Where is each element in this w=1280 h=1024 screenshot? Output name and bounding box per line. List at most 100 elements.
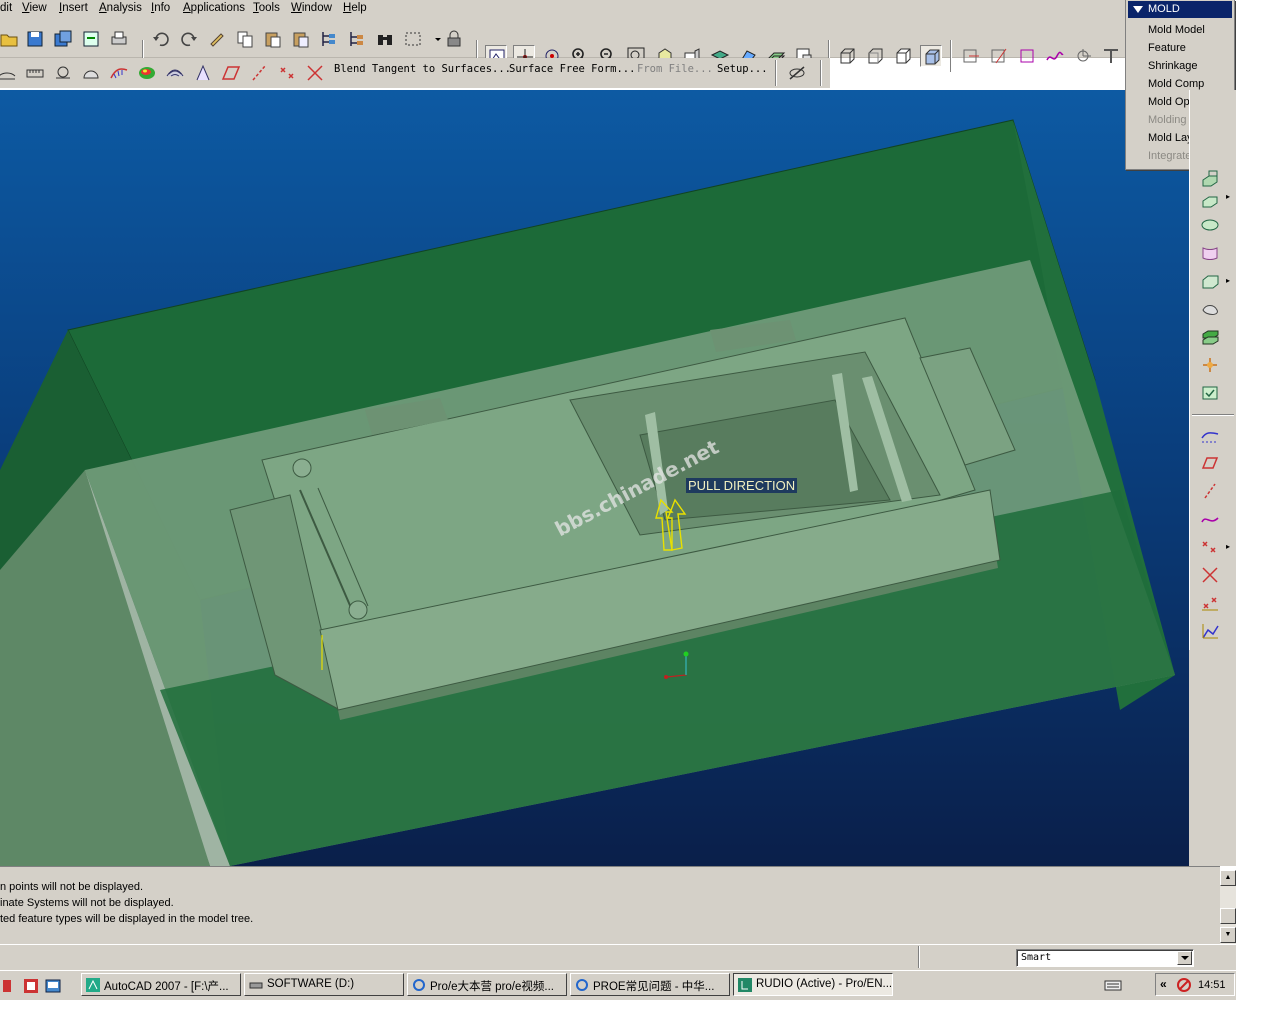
- model-tree-icon[interactable]: [318, 28, 340, 50]
- measure-icon[interactable]: [24, 62, 46, 84]
- axis-icon[interactable]: [248, 62, 270, 84]
- menu-help[interactable]: Help: [343, 2, 367, 14]
- collapse-triangle-icon: [1133, 6, 1143, 13]
- menu-analysis[interactable]: Analysis: [99, 2, 142, 14]
- surface-icon[interactable]: [1199, 242, 1221, 264]
- scroll-up-icon[interactable]: ▲: [1220, 870, 1236, 886]
- sketched-point-icon[interactable]: [304, 62, 326, 84]
- annotation-icon[interactable]: [1100, 45, 1122, 67]
- parting-surface-icon[interactable]: [1199, 298, 1221, 320]
- extrude-icon[interactable]: [1199, 166, 1221, 188]
- volume-split-icon[interactable]: [1199, 326, 1221, 348]
- plane-icon[interactable]: [220, 62, 242, 84]
- datum-axis-icon[interactable]: [1199, 480, 1221, 502]
- datum-axes-icon[interactable]: [988, 45, 1010, 67]
- point-icon[interactable]: [276, 62, 298, 84]
- ki-analysis-icon[interactable]: [80, 62, 102, 84]
- taskbar-item-proengineer[interactable]: RUDIO (Active) - Pro/EN...: [733, 973, 893, 996]
- setup-command[interactable]: Setup...: [717, 63, 768, 75]
- surface-free-form-command[interactable]: Surface Free Form...: [509, 63, 635, 75]
- layer-tree-icon[interactable]: [346, 28, 368, 50]
- app-launch-icon[interactable]: [20, 975, 42, 997]
- message-scrollbar[interactable]: ▲ ▼: [1220, 870, 1236, 944]
- cut-icon[interactable]: [1199, 188, 1221, 210]
- no-hidden-icon[interactable]: [892, 45, 914, 67]
- paste-icon[interactable]: [262, 28, 284, 50]
- sketch-tool-icon[interactable]: [1199, 424, 1221, 446]
- blend-tangent-command[interactable]: Blend Tangent to Surfaces...: [334, 63, 511, 75]
- redo-icon[interactable]: [178, 28, 200, 50]
- shell-icon[interactable]: [1199, 270, 1221, 292]
- mold-check-icon[interactable]: [1199, 382, 1221, 404]
- point-flyout-arrow[interactable]: ▸: [1226, 542, 1230, 551]
- menu-item-shrinkage[interactable]: Shrinkage: [1148, 60, 1198, 72]
- datum-curve-icon[interactable]: [1199, 508, 1221, 530]
- save-icon[interactable]: [24, 28, 46, 50]
- find-icon[interactable]: [374, 28, 396, 50]
- shaded-curvature-icon[interactable]: [136, 62, 158, 84]
- taskbar-item-proe-camp[interactable]: Pro/e大本营 pro/e视频...: [407, 973, 567, 996]
- backup-icon[interactable]: [80, 28, 102, 50]
- select-box-icon[interactable]: [402, 28, 424, 50]
- sketch-icon[interactable]: [1199, 214, 1221, 236]
- datum-points-icon[interactable]: [1016, 45, 1038, 67]
- save-as-icon[interactable]: [52, 28, 74, 50]
- lock-icon[interactable]: [443, 28, 465, 50]
- datum-curves-icon[interactable]: [1044, 45, 1066, 67]
- menu-applications[interactable]: Applications: [183, 2, 245, 14]
- taskbar-item-label: PROE常见问题 - 中华...: [593, 981, 715, 993]
- menu-tools[interactable]: Tools: [253, 2, 280, 14]
- datum-point-icon[interactable]: [1199, 536, 1221, 558]
- scroll-down-icon[interactable]: ▼: [1220, 927, 1236, 943]
- no-entry-icon[interactable]: [1176, 977, 1192, 993]
- right-margin: [1236, 0, 1280, 1024]
- keyboard-icon[interactable]: [1102, 974, 1124, 996]
- menu-insert[interactable]: Insert: [59, 2, 88, 14]
- hidden-line-icon[interactable]: [864, 45, 886, 67]
- sketched-datum-point-icon[interactable]: [1199, 564, 1221, 586]
- menu-edit[interactable]: dit: [0, 2, 12, 14]
- datum-planes-icon[interactable]: [960, 45, 982, 67]
- menu-info[interactable]: Info: [151, 2, 170, 14]
- menu-item-mold-comp[interactable]: Mold Comp: [1148, 78, 1204, 90]
- shell-flyout-arrow[interactable]: ▸: [1226, 276, 1230, 285]
- shading-icon[interactable]: [920, 45, 942, 67]
- datum-plane-icon[interactable]: [1199, 452, 1221, 474]
- draft-check-icon[interactable]: [192, 62, 214, 84]
- show-desktop-icon[interactable]: [42, 975, 64, 997]
- taskbar-item-proe-faq[interactable]: PROE常见问题 - 中华...: [570, 973, 730, 996]
- tray-expand-icon[interactable]: «: [1160, 977, 1167, 991]
- open-icon[interactable]: [0, 28, 20, 50]
- menu-window[interactable]: Window: [291, 2, 332, 14]
- extrude-flyout-arrow[interactable]: ▸: [1226, 192, 1230, 201]
- undo-icon[interactable]: [150, 28, 172, 50]
- copy-icon[interactable]: [234, 28, 256, 50]
- curvature-icon[interactable]: [108, 62, 130, 84]
- paste-special-icon[interactable]: [290, 28, 312, 50]
- wireframe-icon[interactable]: [836, 45, 858, 67]
- system-tray: « 14:51: [1155, 973, 1235, 996]
- reflection-icon[interactable]: [164, 62, 186, 84]
- selection-filter-select[interactable]: Smart: [1016, 949, 1194, 967]
- coordinate-system-icon[interactable]: [1072, 45, 1094, 67]
- graphics-viewport[interactable]: bbs.chinade.net PULL DIRECTION: [0, 90, 1189, 866]
- mold-menu-title[interactable]: MOLD: [1128, 1, 1232, 18]
- select-dropdown-icon[interactable]: [427, 28, 441, 50]
- chevron-down-icon[interactable]: [1177, 951, 1192, 965]
- offset-point-icon[interactable]: [1199, 592, 1221, 614]
- menu-item-feature[interactable]: Feature: [1148, 42, 1186, 54]
- section-icon[interactable]: [52, 62, 74, 84]
- regenerate-icon[interactable]: [206, 28, 228, 50]
- bottom-margin: [0, 1000, 1280, 1024]
- taskbar-item-software-drive[interactable]: SOFTWARE (D:): [244, 973, 404, 996]
- sweep-icon[interactable]: [0, 62, 18, 84]
- taskbar-item-autocad[interactable]: AutoCAD 2007 - [F:\产...: [81, 973, 241, 996]
- hide-icon[interactable]: [786, 62, 808, 84]
- quick-launch-icon[interactable]: [0, 975, 11, 997]
- coordinate-system-tool-icon[interactable]: [1199, 620, 1221, 642]
- scroll-thumb[interactable]: [1220, 908, 1236, 924]
- menu-view[interactable]: View: [22, 2, 47, 14]
- menu-item-mold-model[interactable]: Mold Model: [1148, 24, 1205, 36]
- runner-icon[interactable]: [1199, 354, 1221, 376]
- print-icon[interactable]: [108, 28, 130, 50]
